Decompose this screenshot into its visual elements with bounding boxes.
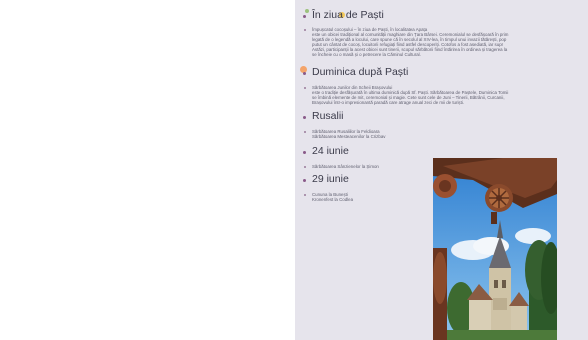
body-line: Sărbătoarea Sânzienelor la Șimon [312,164,379,169]
section-heading-june-29: 29 iunie [312,173,349,185]
section-heading-easter-day: În ziua de Paști [312,9,384,21]
sub-bullet-marker [304,194,306,196]
section-heading-sunday-after-easter: Duminica după Paști [312,66,409,78]
body-line: Brașovului într-o impresionantă paradă c… [312,100,465,105]
sub-bullet-marker [304,166,306,168]
body-line: Kronenfest la Codlea [312,197,354,202]
sub-bullet-marker [304,87,306,89]
bullet-marker [303,116,306,119]
presentation-slide: În ziua de Paști Împușcatul cocoșului – … [295,0,588,340]
body-line: Sărbătoarea Mesteacenilor la Crizbav [312,134,386,139]
bullet-marker [303,179,306,182]
section-heading-june-24: 24 iunie [312,145,349,157]
bullet-marker [303,15,306,18]
accent-dot-green [305,9,309,13]
church-with-carved-wooden-gate-photo [433,158,557,340]
bullet-marker [303,72,306,75]
body-line: se încheie cu o masă și o petrecere la C… [312,52,421,57]
sub-bullet-marker [304,131,306,133]
section-heading-pentecost: Rusalii [312,110,344,122]
sub-bullet-marker [304,29,306,31]
bullet-marker [303,151,306,154]
